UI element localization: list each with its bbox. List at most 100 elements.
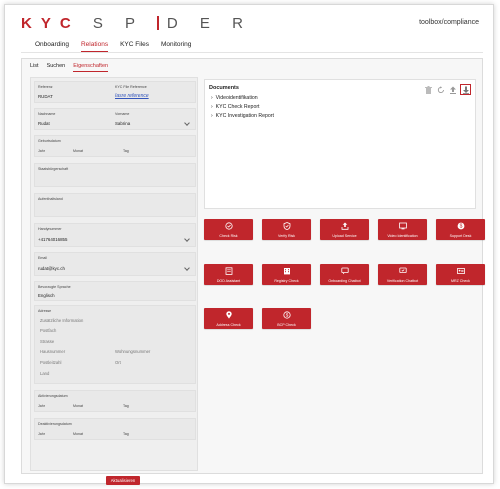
support-desk-button[interactable]: $ Support Desk <box>436 219 485 240</box>
citizenship-group[interactable]: Staatsbürgerschaft <box>34 163 196 187</box>
lastname-label: Nachname <box>38 112 56 116</box>
activation-month-field[interactable]: Monat <box>73 404 83 408</box>
address-postcode-field[interactable]: Postleitzahl <box>40 360 61 365</box>
lock-icon <box>224 222 233 230</box>
video-icon <box>398 222 407 230</box>
tab-onboarding[interactable]: Onboarding <box>35 41 69 52</box>
building-icon <box>283 268 290 275</box>
subtab-list[interactable]: List <box>30 63 39 72</box>
deactivation-date-label: Deaktivierungsdatum <box>38 422 72 426</box>
chevron-right-icon: › <box>211 95 213 101</box>
chevron-right-icon: › <box>211 113 213 119</box>
bcp-check-label: BCP Check <box>277 323 296 327</box>
chevron-down-icon[interactable] <box>184 120 190 126</box>
doc-item-label: Videoidentifikation <box>215 95 258 101</box>
dod-assistant-label: DOD Assistant <box>216 279 241 283</box>
reference-field[interactable]: RUDAT <box>38 94 53 99</box>
mobile-field[interactable]: +41764016855 <box>38 237 67 242</box>
documents-toolbar <box>424 84 471 95</box>
documents-title: Documents <box>209 85 239 91</box>
doc-item-kyc-investigation-report[interactable]: › KYC Investigation Report <box>211 113 274 119</box>
svg-text:$: $ <box>285 313 288 318</box>
update-button[interactable]: Aktualisieren <box>106 476 140 485</box>
activation-date-group: Aktivierungsdatum Jahr Monat Tag <box>34 390 196 412</box>
chat-check-icon <box>398 267 407 273</box>
tab-kyc-files[interactable]: KYC Files <box>120 41 149 52</box>
reference-group: Referenz RUDAT KYC File Reference Iasre … <box>34 81 196 103</box>
verification-chatbot-button[interactable]: Verification Chatbot <box>378 264 427 285</box>
tab-relations[interactable]: Relations <box>80 41 109 52</box>
chat-icon <box>340 267 349 275</box>
language-select[interactable]: Englisch <box>38 293 55 298</box>
activation-year-field[interactable]: Jahr <box>38 404 45 408</box>
upload-icon <box>341 222 348 230</box>
address-additional-field[interactable]: Zusätzliche Information <box>40 318 83 323</box>
chevron-down-icon[interactable] <box>184 236 190 242</box>
mobile-label: Handynummer <box>38 227 62 231</box>
address-postbox-field[interactable]: Postfach <box>40 328 56 333</box>
birthdate-year-field[interactable]: Jahr <box>38 149 45 153</box>
birthdate-label: Geburtsdatum <box>38 139 61 143</box>
kyc-file-reference-link[interactable]: Iasre reference <box>115 93 149 99</box>
subtab-search[interactable]: Suchen <box>47 63 66 72</box>
firstname-field[interactable]: Sabrina <box>115 121 130 126</box>
address-apartment-field[interactable]: Wohnungsnummer <box>115 349 150 354</box>
video-identification-button[interactable]: Video Identification <box>378 219 427 240</box>
onboarding-chatbot-button[interactable]: Onboarding Chatbot <box>320 264 369 285</box>
address-house-number-field[interactable]: Hausnummer <box>40 349 65 354</box>
kyc-file-reference-label: KYC File Reference <box>115 85 147 89</box>
address-group: Adresse Zusätzliche Information Postfach… <box>34 305 196 384</box>
chevron-right-icon: › <box>211 104 213 110</box>
chevron-down-icon[interactable] <box>184 265 190 271</box>
language-group: Bevorzugte Sprache Englisch <box>34 281 196 301</box>
refresh-icon[interactable] <box>436 85 445 94</box>
upload-service-label: Upload Service <box>332 234 357 238</box>
registry-check-button[interactable]: Registry Check <box>262 264 311 285</box>
tabs-divider <box>21 52 483 53</box>
subtab-properties[interactable]: Eigenschaften <box>73 63 109 72</box>
verify-risk-label: Verify Risk <box>278 234 295 238</box>
address-label: Adresse <box>38 309 52 313</box>
verify-risk-button[interactable]: Verify Risk <box>262 219 311 240</box>
birthdate-day-field[interactable]: Tag <box>123 149 129 153</box>
download-icon[interactable] <box>460 84 471 95</box>
kyc-spider-logo: KYC S P D E R <box>21 15 252 32</box>
tab-monitoring[interactable]: Monitoring <box>161 41 191 52</box>
support-desk-label: Support Desk <box>449 234 472 238</box>
map-pin-icon <box>225 311 232 319</box>
deactivation-year-field[interactable]: Jahr <box>38 432 45 436</box>
reference-label: Referenz <box>38 85 53 89</box>
app-window: KYC S P D E R toolbox/compliance Onboard… <box>4 4 494 485</box>
activation-day-field[interactable]: Tag <box>123 404 129 408</box>
address-street-field[interactable]: Strasse <box>40 339 54 344</box>
residence-group[interactable]: Aufenthaltsland <box>34 193 196 217</box>
address-city-field[interactable]: Ort <box>115 360 121 365</box>
lastname-field[interactable]: Rudat <box>38 121 50 126</box>
birthdate-month-field[interactable]: Monat <box>73 149 83 153</box>
check-risk-button[interactable]: Check Risk <box>204 219 253 240</box>
upload-service-button[interactable]: Upload Service <box>320 219 369 240</box>
bcp-check-button[interactable]: $ BCP Check <box>262 308 311 329</box>
dod-assistant-button[interactable]: DOD Assistant <box>204 264 253 285</box>
dollar-circle-icon: $ <box>282 311 291 319</box>
onboarding-chatbot-label: Onboarding Chatbot <box>328 279 361 283</box>
tenant-label[interactable]: toolbox/compliance <box>419 19 479 26</box>
email-group: Email rudat@kyc.ch <box>34 252 196 276</box>
name-group: Nachname Rudat Vorname Sabrina <box>34 108 196 130</box>
address-country-field[interactable]: Land <box>40 371 49 376</box>
upload-icon[interactable] <box>448 85 457 94</box>
doc-item-kyc-check-report[interactable]: › KYC Check Report <box>211 104 260 110</box>
deactivation-day-field[interactable]: Tag <box>123 432 129 436</box>
doc-item-videoidentifikation[interactable]: › Videoidentifikation <box>211 95 258 101</box>
mrz-check-label: MRZ Check <box>451 279 470 283</box>
address-check-button[interactable]: Address Check <box>204 308 253 329</box>
relations-panel: List Suchen Eigenschaften Referenz RUDAT… <box>21 58 485 485</box>
logo-spider-text: S P D E R <box>92 15 252 32</box>
mrz-check-button[interactable]: MRZ Check <box>436 264 485 285</box>
trash-icon[interactable] <box>424 85 433 94</box>
main-tabs: Onboarding Relations KYC Files Monitorin… <box>35 41 191 52</box>
email-field[interactable]: rudat@kyc.ch <box>38 266 65 271</box>
deactivation-month-field[interactable]: Monat <box>73 432 83 436</box>
doc-item-label: KYC Investigation Report <box>215 113 274 119</box>
activation-date-label: Aktivierungsdatum <box>38 394 68 398</box>
